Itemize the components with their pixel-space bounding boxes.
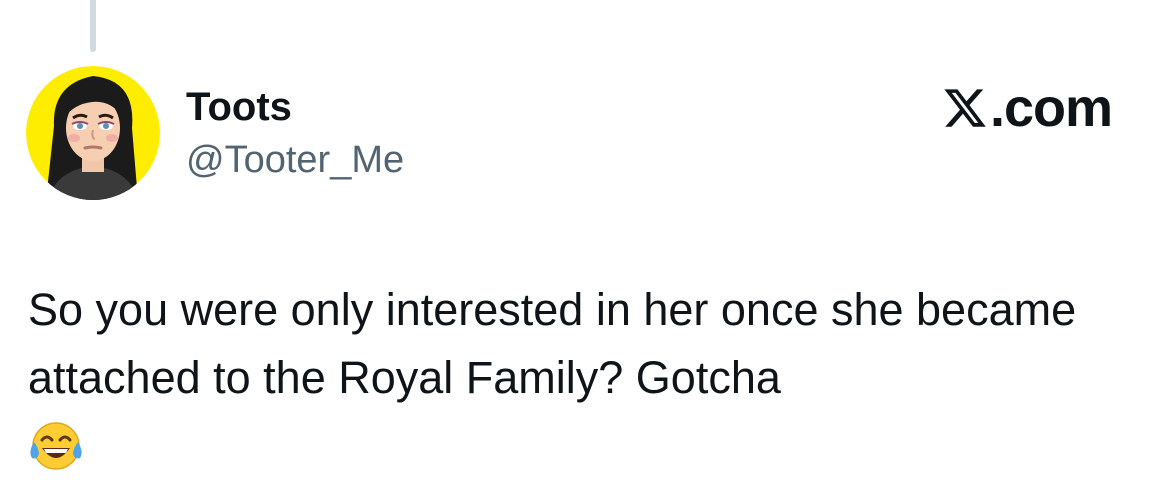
face-with-tears-of-joy-icon [28, 420, 84, 472]
x-logo-icon [944, 89, 986, 127]
bitmoji-avatar-icon [26, 66, 160, 200]
author-display-name[interactable]: Toots [186, 84, 292, 130]
brand-watermark: .com [942, 78, 1113, 138]
brand-domain-text: .com [989, 78, 1113, 138]
author-handle[interactable]: @Tooter_Me [186, 138, 404, 182]
tweet-card: Toots @Tooter_Me .com So you were only i… [0, 0, 1170, 480]
tweet-text: So you were only interested in her once … [28, 284, 1077, 403]
avatar[interactable] [26, 66, 160, 200]
thread-connector-line [90, 0, 96, 52]
